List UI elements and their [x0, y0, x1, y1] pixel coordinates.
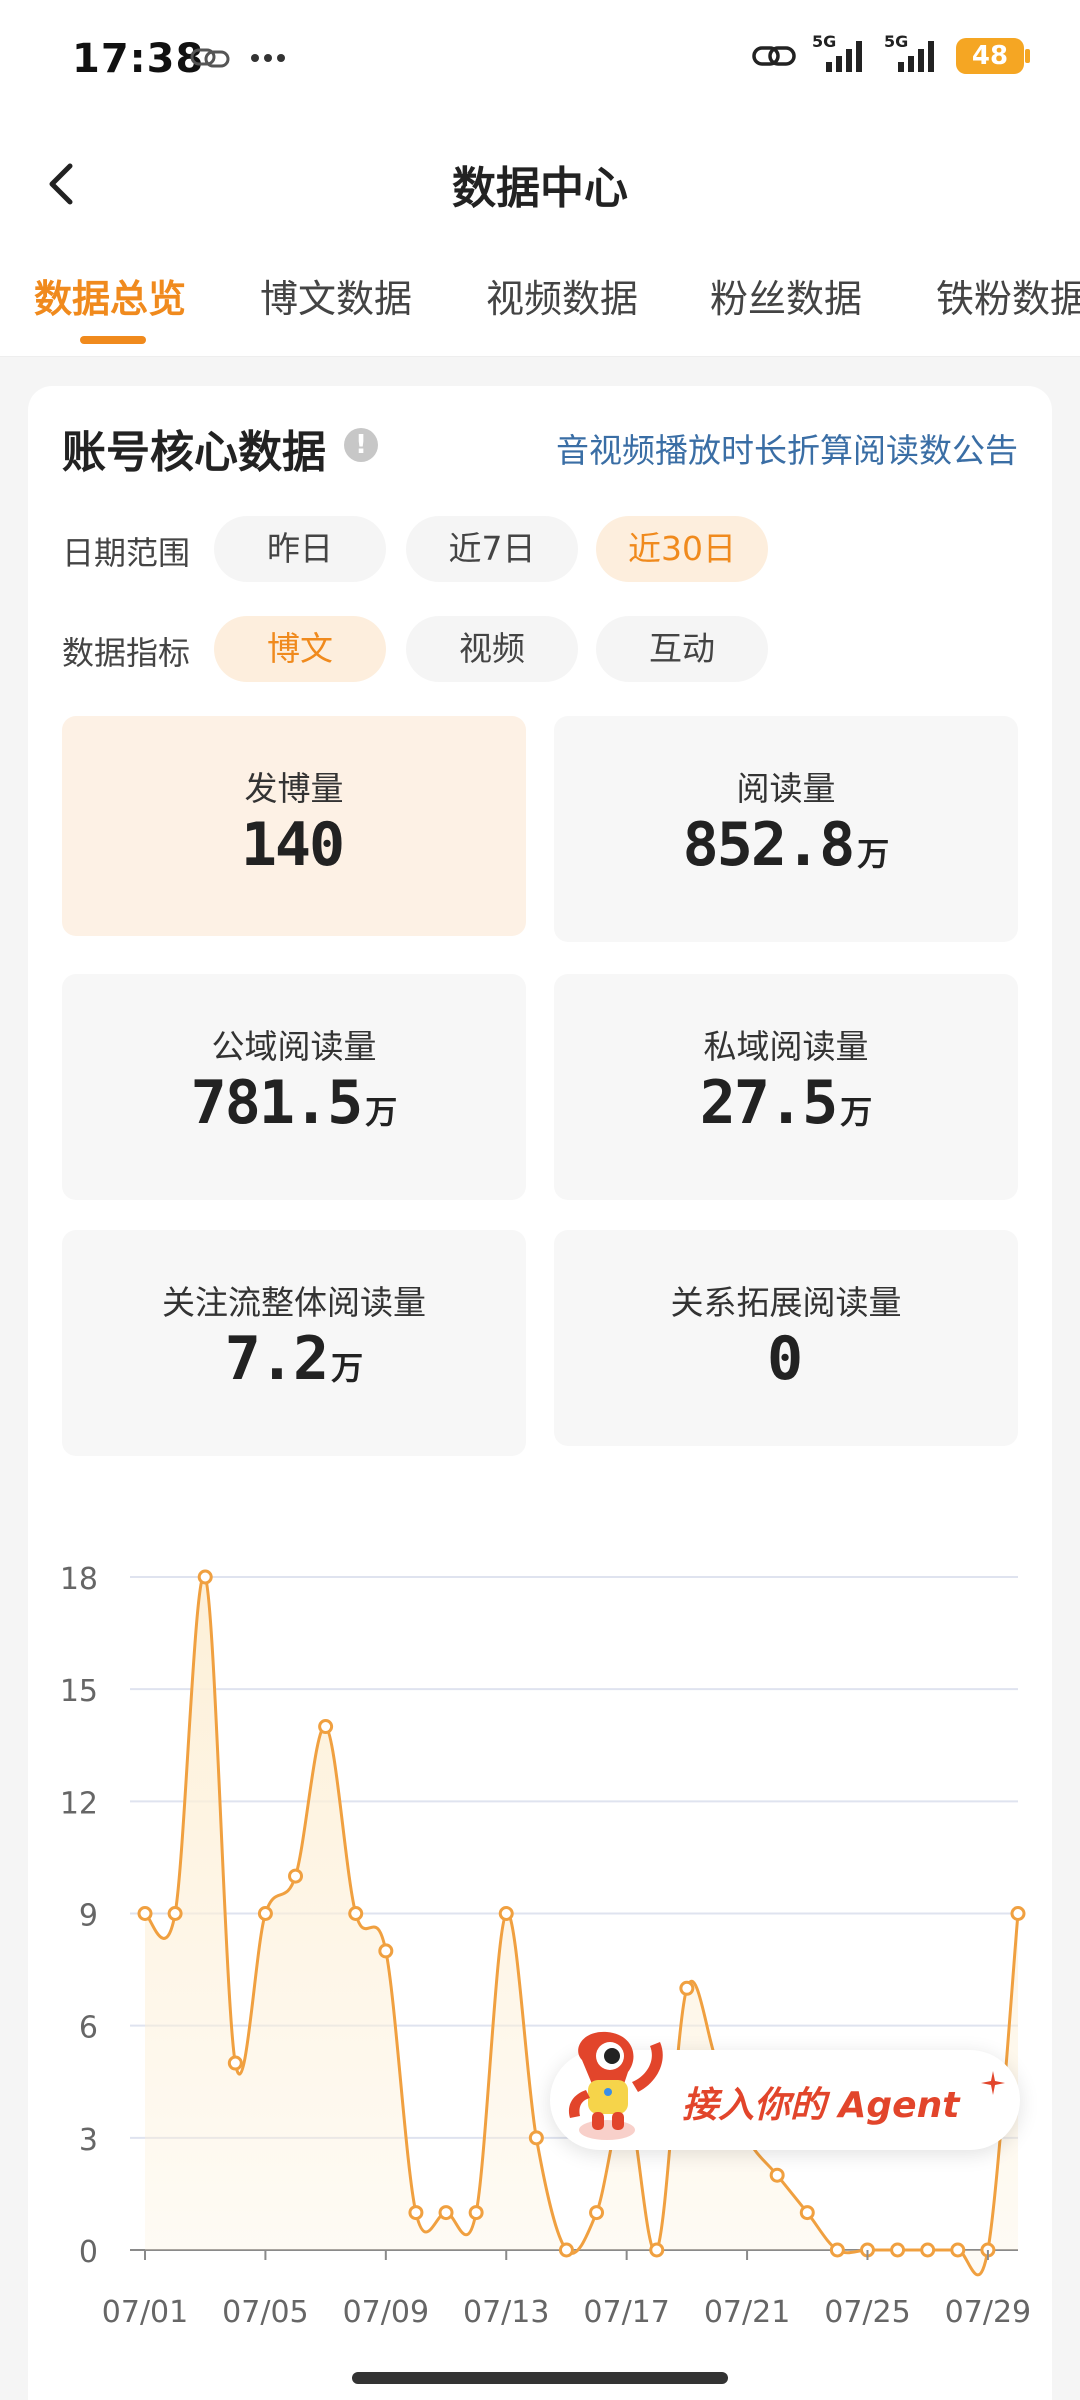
- x-tick-label: 07/13: [463, 2295, 549, 2330]
- data-point: [408, 2205, 424, 2221]
- data-point: [950, 2242, 966, 2258]
- x-tick-label: 07/05: [222, 2295, 308, 2330]
- data-point: [799, 2205, 815, 2221]
- x-tick-label: 07/21: [704, 2295, 790, 2330]
- x-tick-label: 07/29: [945, 2295, 1031, 2330]
- chart-x-ticks: 07/01 07/05 07/09 07/13 07/17 07/21 07/25 07/29: [102, 2250, 1031, 2330]
- y-tick-label: 18: [60, 1562, 98, 1597]
- y-tick-label: 15: [60, 1674, 98, 1709]
- data-point: [1010, 1906, 1026, 1921]
- y-tick-label: 12: [60, 1786, 98, 1821]
- data-point: [438, 2205, 454, 2221]
- y-tick-label: 6: [79, 2011, 98, 2046]
- data-point: [137, 1906, 153, 1921]
- data-point: [528, 2130, 544, 2146]
- post-count-chart: 0 3 6 9 12 15 18 07/01 07/05 07/09 07/13 07/17 07/2…: [60, 1562, 1031, 2330]
- data-point: [378, 1943, 394, 1959]
- mascot-icon[interactable]: [552, 2020, 682, 2150]
- data-point: [890, 2242, 906, 2258]
- data-point: [589, 2205, 605, 2221]
- data-point: [227, 2055, 243, 2071]
- data-point: [679, 1980, 695, 1996]
- data-point: [829, 2242, 845, 2258]
- x-tick-label: 07/25: [824, 2295, 910, 2330]
- x-tick-label: 07/17: [583, 2295, 669, 2330]
- data-point: [257, 1906, 273, 1921]
- data-point: [769, 2167, 785, 2183]
- data-point: [498, 1906, 514, 1921]
- data-point: [288, 1868, 304, 1884]
- data-point: [348, 1906, 364, 1921]
- y-tick-label: 9: [79, 1899, 98, 1934]
- chart-y-ticks: 0 3 6 9 12 15 18: [60, 1562, 98, 2270]
- data-point: [558, 2242, 574, 2258]
- data-point: [197, 1569, 213, 1585]
- data-point: [167, 1906, 183, 1921]
- x-tick-label: 07/01: [102, 2295, 188, 2330]
- y-tick-label: 3: [79, 2123, 98, 2158]
- data-point: [649, 2242, 665, 2258]
- y-tick-label: 0: [79, 2235, 98, 2270]
- home-indicator[interactable]: [352, 2372, 728, 2384]
- x-tick-label: 07/09: [343, 2295, 429, 2330]
- chart-area: [145, 1575, 1018, 2275]
- data-point: [920, 2242, 936, 2258]
- sparkle-icon: [981, 2071, 1005, 2095]
- agent-entry-label: 接入你的 Agent: [682, 2085, 960, 2126]
- data-point: [318, 1719, 334, 1735]
- area-fill: [145, 1575, 1018, 2275]
- data-point: [468, 2205, 484, 2221]
